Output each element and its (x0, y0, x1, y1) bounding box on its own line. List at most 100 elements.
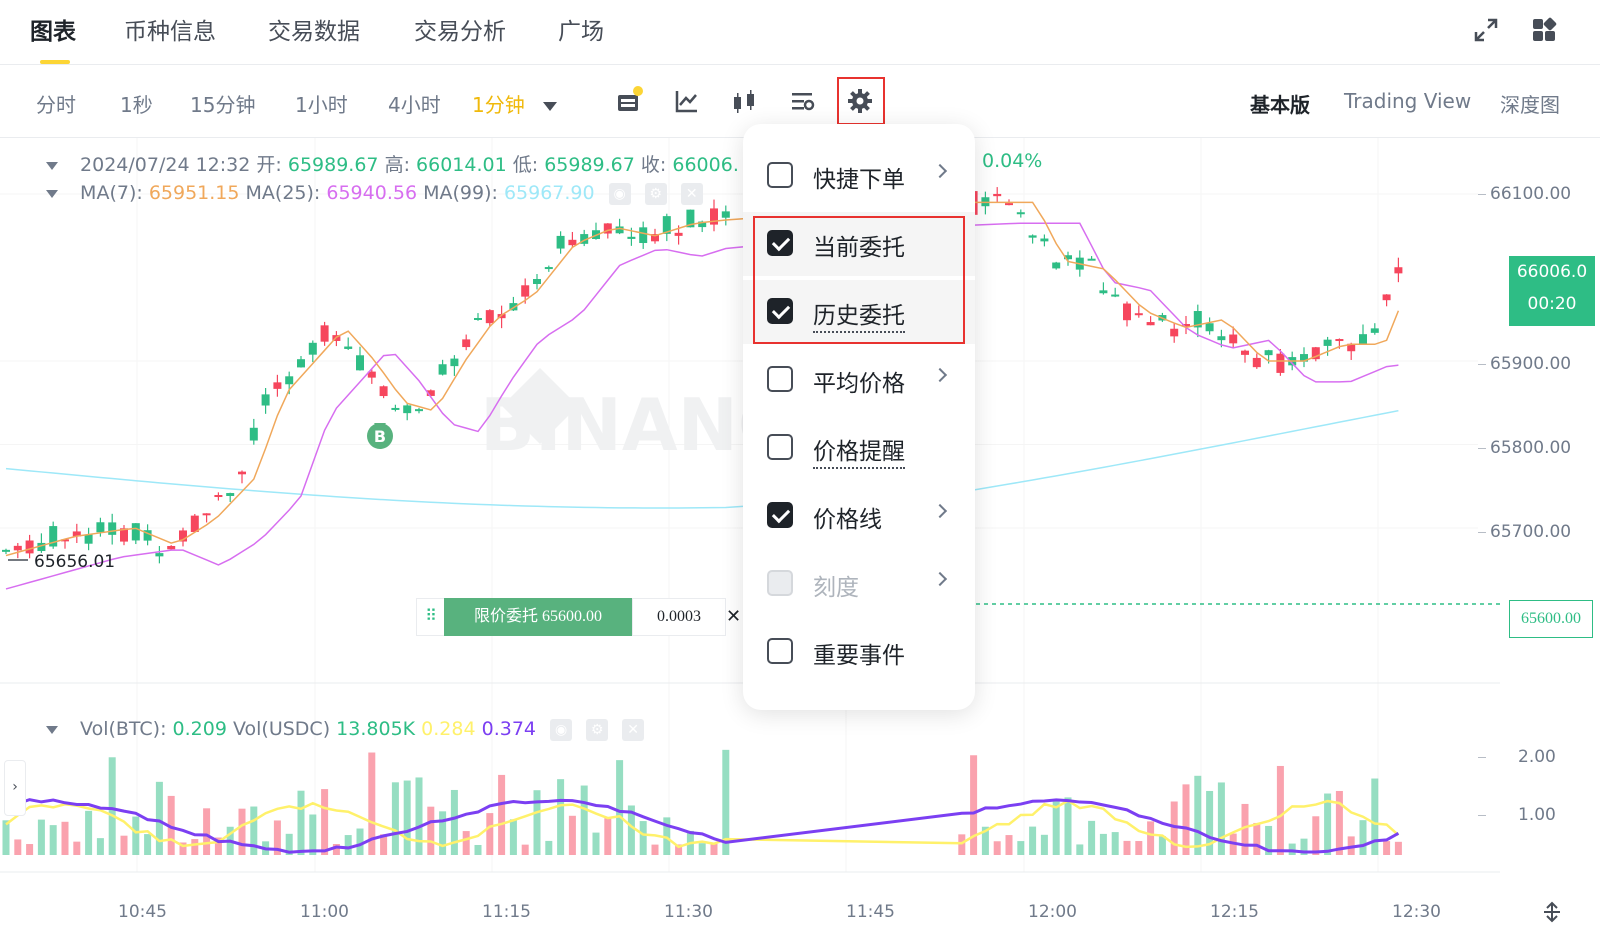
candle-body (297, 359, 305, 368)
tab-trading-analysis[interactable]: 交易分析 (414, 12, 506, 46)
indicator-icon[interactable] (670, 85, 702, 117)
close-icon[interactable]: ✕ (680, 182, 703, 205)
side-panel-toggle[interactable]: › (4, 760, 26, 816)
candle-body (25, 540, 34, 554)
menu-item-scale: 刻度 (743, 552, 975, 616)
time-label: 10:45 (118, 902, 167, 922)
volume-bar (1029, 826, 1037, 855)
volume-bar (604, 818, 612, 855)
menu-item-average-price[interactable]: 平均价格 (743, 348, 975, 412)
expand-icon[interactable] (1472, 16, 1500, 44)
volume-bar (415, 777, 423, 855)
candle-body (1005, 203, 1013, 206)
candle-body (1087, 258, 1096, 261)
volume-bar (474, 844, 482, 855)
low-marker-text: 65656.01 (34, 552, 115, 572)
tab-coin-info[interactable]: 币种信息 (124, 12, 216, 46)
interval-1m-dropdown[interactable]: 1分钟 (472, 89, 558, 118)
drag-handle-icon[interactable]: ⠿ (416, 598, 446, 636)
tab-square[interactable]: 广场 (558, 12, 604, 46)
collapse-legend-icon[interactable] (46, 161, 58, 170)
price-alert-checkbox[interactable] (767, 434, 793, 460)
volume-bar (698, 843, 706, 855)
time-label: 12:30 (1392, 902, 1441, 922)
menu-item-key-events[interactable]: 重要事件 (743, 620, 975, 684)
candle-body (249, 427, 258, 441)
axis-tick (1478, 532, 1486, 533)
volume-bar (309, 814, 317, 855)
legend-open-label: 开: (256, 154, 282, 176)
candle-body (403, 405, 412, 414)
ma-settings-icon[interactable]: ⚙ (644, 182, 667, 205)
candle-body (1382, 294, 1391, 301)
candle-body (1170, 328, 1179, 337)
ma-legend: MA(7): 65951.15 MA(25): 65940.56 MA(99):… (46, 182, 703, 205)
volume-bar (1383, 841, 1391, 855)
vol-btc-value: 0.209 (172, 718, 227, 740)
axis-tick (1478, 194, 1486, 195)
template-icon[interactable] (786, 85, 818, 117)
time-label: 11:30 (664, 902, 713, 922)
eye-icon[interactable]: ◉ (608, 182, 631, 205)
volume-bar (1394, 841, 1402, 855)
axis-tick (1478, 364, 1486, 365)
candle-body (1111, 294, 1120, 297)
interval-4h[interactable]: 4小时 (388, 89, 441, 118)
volume-bar (321, 789, 329, 855)
vol-ma1-value: 0.284 (421, 718, 476, 740)
candle-body (226, 493, 235, 496)
axis-scale-icon[interactable] (1540, 900, 1564, 924)
volume-bar (1076, 844, 1084, 855)
candle-body (320, 325, 329, 342)
candle-body (273, 382, 282, 389)
time-label: 11:00 (300, 902, 349, 922)
volume-bar (509, 819, 517, 855)
vol-eye-icon[interactable]: ◉ (550, 718, 573, 741)
average-price-checkbox[interactable] (767, 366, 793, 392)
collapse-ma-icon[interactable] (46, 189, 58, 198)
price-line-checkbox[interactable] (767, 502, 793, 528)
volume-bar (439, 811, 447, 855)
candle-body (485, 310, 494, 324)
order-quantity[interactable]: 0.0003 (632, 598, 726, 636)
volume-bar (144, 834, 152, 855)
layout-icon[interactable] (1530, 16, 1558, 44)
volume-bar (1005, 835, 1013, 855)
candle-body (96, 522, 105, 533)
interval-1h[interactable]: 1小时 (295, 89, 348, 118)
volume-bar (1017, 841, 1025, 855)
legend-change: 0.04% (982, 150, 1043, 172)
candle-body (84, 534, 93, 544)
view-trading-view[interactable]: Trading View (1344, 89, 1471, 113)
vol-settings-icon[interactable]: ⚙ (586, 718, 609, 741)
limit-order-label[interactable]: 限价委托 65600.00 (444, 598, 632, 636)
calendar-event-icon[interactable] (612, 85, 644, 117)
interval-15m[interactable]: 15分钟 (190, 89, 255, 118)
tab-trading-data[interactable]: 交易数据 (268, 12, 360, 46)
candlestick-type-icon[interactable] (728, 85, 760, 117)
menu-label: 重要事件 (813, 643, 905, 669)
candle-body (167, 545, 176, 550)
volume-bar (545, 840, 553, 855)
menu-item-price-alert[interactable]: 价格提醒 (743, 416, 975, 480)
cancel-order-icon[interactable]: ✕ (726, 598, 741, 636)
vol-close-icon[interactable]: ✕ (622, 718, 645, 741)
volume-bar (1099, 833, 1107, 855)
interval-1s[interactable]: 1秒 (120, 89, 153, 118)
key-events-checkbox[interactable] (767, 638, 793, 664)
interval-time-sharing[interactable]: 分时 (36, 89, 76, 118)
volume-bar (238, 808, 246, 855)
volume-bar (73, 841, 81, 855)
candle-body (1146, 322, 1155, 326)
legend-open: 65989.67 (287, 154, 379, 176)
view-depth-chart[interactable]: 深度图 (1500, 89, 1560, 118)
candle-body (1134, 313, 1143, 316)
menu-item-price-line[interactable]: 价格线 (743, 484, 975, 548)
candle-body (674, 232, 683, 236)
volume-bar (1135, 841, 1143, 855)
tab-chart[interactable]: 图表 (30, 12, 76, 46)
menu-item-quick-order[interactable]: 快捷下单 (743, 144, 975, 208)
view-basic[interactable]: 基本版 (1250, 89, 1310, 118)
quick-order-checkbox[interactable] (767, 162, 793, 188)
collapse-volume-icon[interactable] (46, 725, 58, 734)
